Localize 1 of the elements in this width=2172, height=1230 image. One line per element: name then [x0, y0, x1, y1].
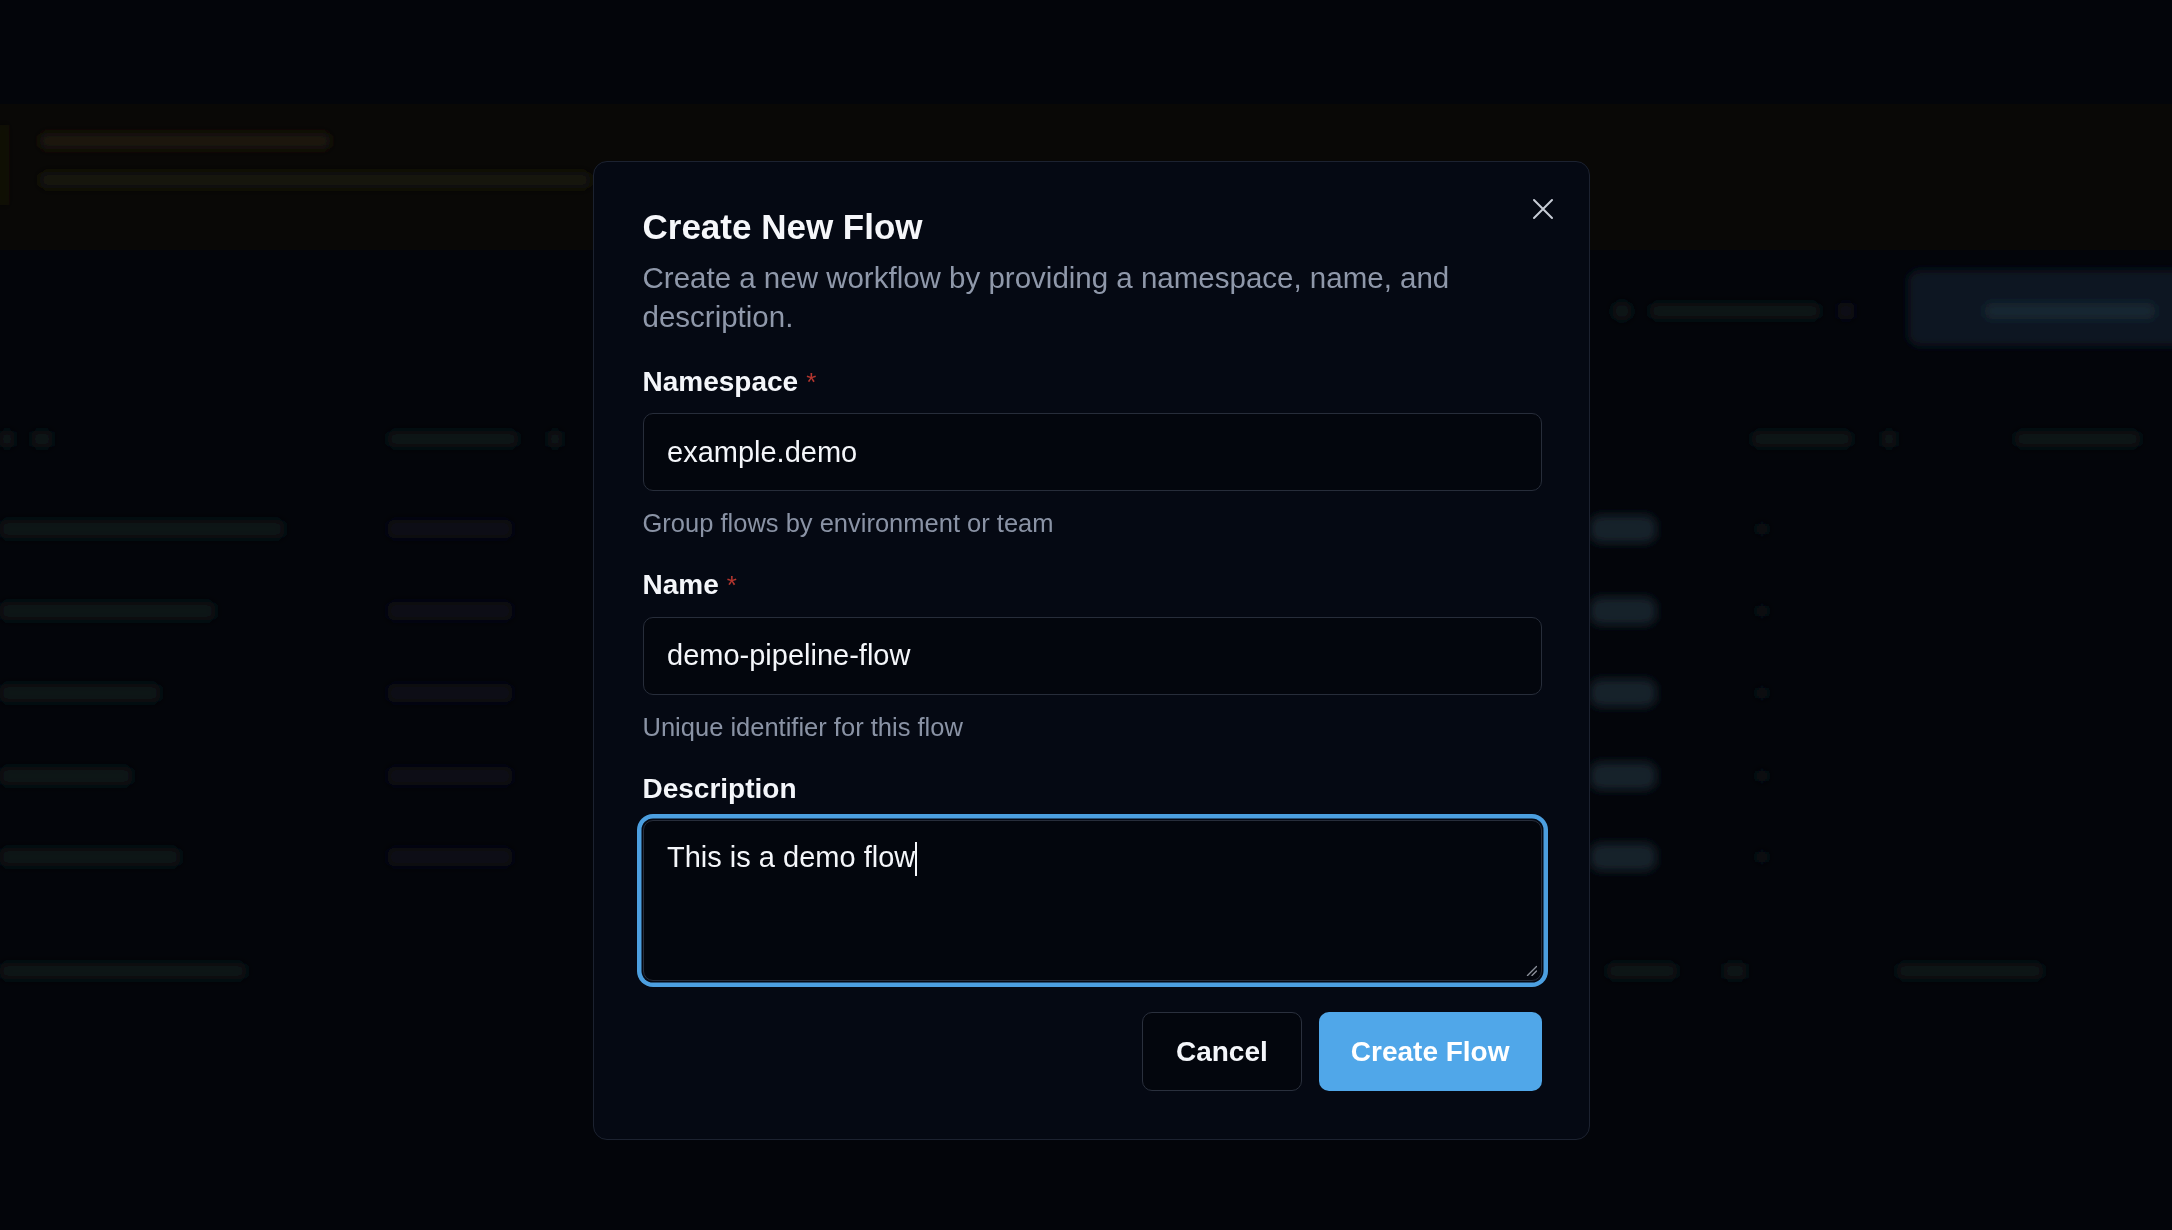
cancel-button[interactable]: Cancel	[1141, 1012, 1302, 1091]
